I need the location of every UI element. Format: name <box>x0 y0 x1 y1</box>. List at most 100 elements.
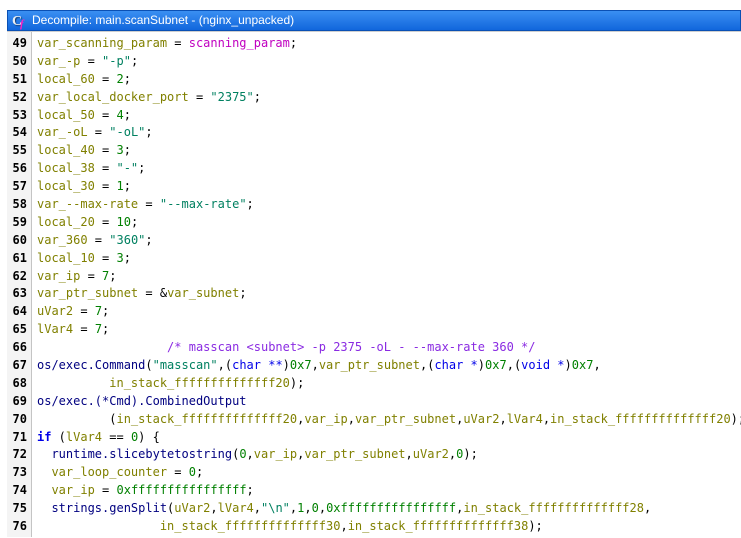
code-line[interactable]: 57local_30 = 1; <box>7 178 741 196</box>
token-fn[interactable]: os/exec.Command <box>37 358 145 372</box>
token-pln[interactable]: = <box>95 143 117 157</box>
token-com[interactable]: /* masscan <subnet> -p 2375 -oL - --max-… <box>37 340 536 354</box>
token-pln[interactable]: , <box>348 412 355 426</box>
token-pln[interactable]: ; <box>102 322 109 336</box>
token-var[interactable]: lVar4 <box>218 501 254 515</box>
code-line[interactable]: 67os/exec.Command("masscan",(char **)0x7… <box>7 357 741 375</box>
token-var[interactable]: local_20 <box>37 215 95 229</box>
token-pln[interactable]: ; <box>124 179 131 193</box>
token-pln[interactable]: ) <box>283 358 290 372</box>
token-pln[interactable] <box>37 501 51 515</box>
token-var[interactable]: var_-oL <box>37 125 88 139</box>
token-pln[interactable]: ; <box>124 72 131 86</box>
token-var[interactable]: lVar4 <box>507 412 543 426</box>
token-pln[interactable]: ; <box>247 197 254 211</box>
token-num[interactable]: 3 <box>116 251 123 265</box>
token-str[interactable]: "--max-rate" <box>160 197 247 211</box>
token-pln[interactable]: ) { <box>138 430 160 444</box>
token-pln[interactable]: = <box>95 179 117 193</box>
token-pln[interactable]: = <box>95 72 117 86</box>
code-line[interactable]: 63var_ptr_subnet = &var_subnet; <box>7 285 741 303</box>
token-pln[interactable]: ; <box>145 125 152 139</box>
token-pln[interactable]: = <box>73 322 95 336</box>
token-pln[interactable]: ); <box>463 447 477 461</box>
token-str[interactable]: "-p" <box>102 54 131 68</box>
code-line[interactable]: 74 var_ip = 0xffffffffffffffff; <box>7 482 741 500</box>
token-pln[interactable]: = <box>167 465 189 479</box>
token-pln[interactable]: , <box>304 501 311 515</box>
token-var[interactable]: in_stack_ffffffffffffff28 <box>463 501 644 515</box>
token-pln[interactable]: ; <box>239 286 246 300</box>
token-num[interactable]: 0x7 <box>572 358 594 372</box>
token-pln[interactable]: ; <box>131 54 138 68</box>
token-var[interactable]: uVar2 <box>37 304 73 318</box>
token-fn[interactable]: os/exec.(*Cmd).CombinedOutput <box>37 394 247 408</box>
token-pln[interactable] <box>37 447 51 461</box>
token-str[interactable]: "\n" <box>261 501 290 515</box>
token-var[interactable]: var_ptr_subnet <box>37 286 138 300</box>
token-var[interactable]: uVar2 <box>174 501 210 515</box>
token-pln[interactable]: ,( <box>218 358 232 372</box>
panel-titlebar[interactable]: C f Decompile: main.scanSubnet - (nginx_… <box>7 10 741 31</box>
token-fn[interactable]: runtime.slicebytetostring <box>51 447 232 461</box>
token-num[interactable]: 4 <box>116 108 123 122</box>
token-var[interactable]: var_ip <box>37 269 80 283</box>
token-pln[interactable]: ,( <box>507 358 521 372</box>
token-pln[interactable] <box>37 483 51 497</box>
token-pln[interactable]: , <box>319 501 326 515</box>
token-var[interactable]: lVar4 <box>66 430 102 444</box>
token-num[interactable]: 2 <box>116 72 123 86</box>
token-pln[interactable]: = <box>95 483 117 497</box>
token-var[interactable]: var_ptr_subnet <box>319 358 420 372</box>
token-pln[interactable]: ; <box>247 483 254 497</box>
token-par[interactable]: scanning_param <box>189 36 290 50</box>
token-pln[interactable]: , <box>406 447 413 461</box>
token-pln[interactable]: , <box>499 412 506 426</box>
token-var[interactable]: var_360 <box>37 233 88 247</box>
token-var[interactable]: local_38 <box>37 161 95 175</box>
code-line[interactable]: 55local_40 = 3; <box>7 142 741 160</box>
token-str[interactable]: "-" <box>116 161 138 175</box>
token-typ[interactable]: char ** <box>232 358 283 372</box>
token-pln[interactable] <box>37 519 160 533</box>
code-line[interactable]: 68 in_stack_ffffffffffffff20); <box>7 375 741 393</box>
token-pln[interactable]: = <box>88 125 110 139</box>
token-num[interactable]: 0x7 <box>290 358 312 372</box>
code-line[interactable]: 70 (in_stack_ffffffffffffff20,var_ip,var… <box>7 411 741 429</box>
token-pln[interactable]: = <box>167 36 189 50</box>
token-var[interactable]: local_10 <box>37 251 95 265</box>
token-pln[interactable]: ,( <box>420 358 434 372</box>
code-line[interactable]: 51local_60 = 2; <box>7 71 741 89</box>
token-pln[interactable]: , <box>210 501 217 515</box>
token-num[interactable]: 0 <box>189 465 196 479</box>
token-num[interactable]: 0xffffffffffffffff <box>117 483 247 497</box>
token-typ[interactable]: char * <box>434 358 477 372</box>
token-var[interactable]: local_30 <box>37 179 95 193</box>
token-var[interactable]: var_local_docker_port <box>37 90 189 104</box>
token-num[interactable]: 0x7 <box>485 358 507 372</box>
token-var[interactable]: in_stack_ffffffffffffff20 <box>550 412 731 426</box>
code-line[interactable]: 50var_-p = "-p"; <box>7 53 741 71</box>
token-str[interactable]: "360" <box>109 233 145 247</box>
token-pln[interactable]: = <box>88 233 110 247</box>
token-num[interactable]: 10 <box>116 215 130 229</box>
token-pln[interactable]: = <box>95 251 117 265</box>
token-var[interactable]: var_scanning_param <box>37 36 167 50</box>
code-line[interactable]: 71if (lVar4 == 0) { <box>7 429 741 447</box>
token-pln[interactable]: ( <box>37 412 116 426</box>
token-var[interactable]: in_stack_ffffffffffffff20 <box>116 412 297 426</box>
token-pln[interactable]: ( <box>145 358 152 372</box>
token-var[interactable]: var_ip <box>304 412 347 426</box>
token-num[interactable]: 0xffffffffffffffff <box>326 501 456 515</box>
token-pln[interactable]: ); <box>290 376 304 390</box>
token-typ[interactable]: void * <box>521 358 564 372</box>
token-var[interactable]: in_stack_ffffffffffffff30 <box>160 519 341 533</box>
code-line[interactable]: 69os/exec.(*Cmd).CombinedOutput <box>7 393 741 411</box>
code-line[interactable]: 60var_360 = "360"; <box>7 232 741 250</box>
token-pln[interactable]: , <box>254 501 261 515</box>
token-var[interactable]: in_stack_ffffffffffffff38 <box>348 519 529 533</box>
token-pln[interactable] <box>37 376 109 390</box>
token-var[interactable]: uVar2 <box>463 412 499 426</box>
token-var[interactable]: var_loop_counter <box>51 465 167 479</box>
token-pln[interactable]: = <box>95 161 117 175</box>
